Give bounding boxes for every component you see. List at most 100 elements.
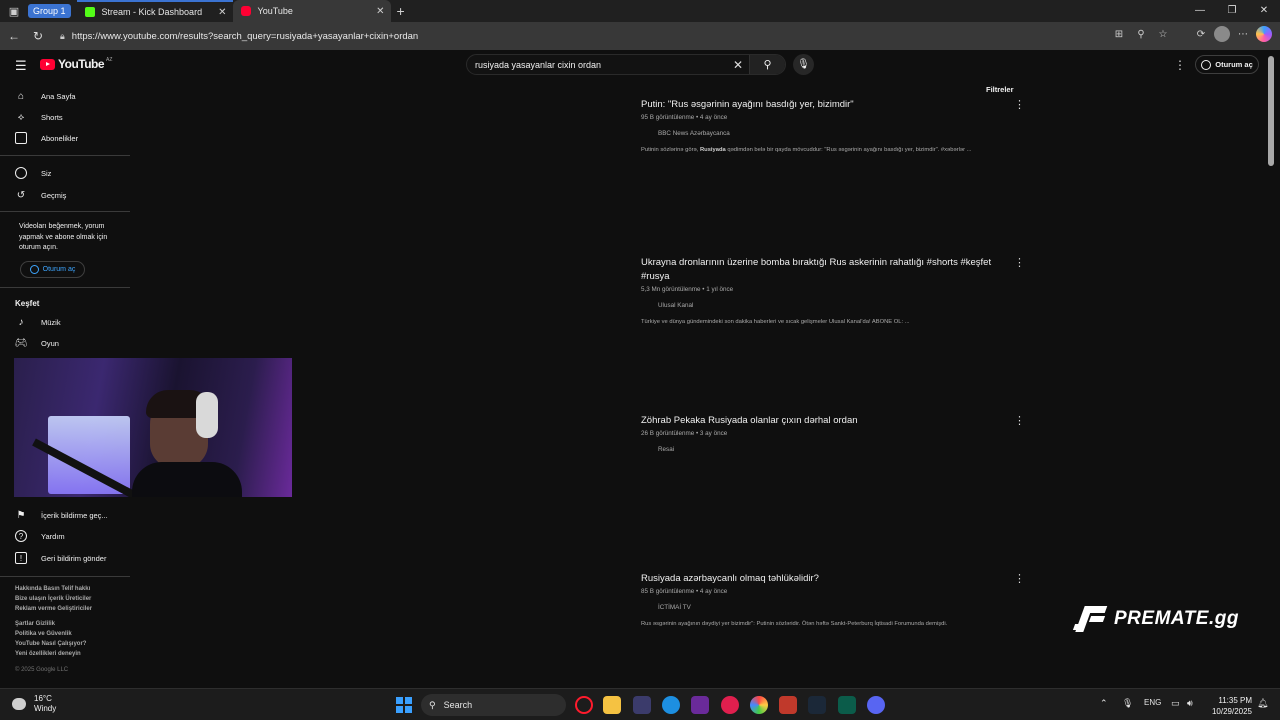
sidebar-item-history[interactable]: ↺ Geçmiş [15, 188, 67, 202]
sidebar-item-shorts[interactable]: ⟡ Shorts [15, 110, 63, 124]
close-tab-icon[interactable]: ✕ [218, 7, 226, 18]
search-icon: ⚲ [763, 59, 772, 71]
browser-menu-icon[interactable]: ⋯ [1234, 29, 1252, 40]
tray-overflow-icon[interactable]: ⌃ [1100, 698, 1108, 709]
sidebar-item-home[interactable]: ⌂ Ana Sayfa [15, 89, 76, 103]
sidebar-item-you[interactable]: Siz [15, 166, 51, 180]
search-box: rusiyada yasayanlar cixin ordan ✕ ⚲ [466, 54, 786, 75]
voice-search-button[interactable]: 🎙︎ [793, 54, 814, 75]
channel-name[interactable]: İCTİMAİ TV [641, 604, 1031, 611]
sidebar-item-report-history[interactable]: ⚑ İçerik bildirme geç... [15, 508, 108, 522]
footer-row[interactable]: Şartlar Gizlilik [15, 620, 127, 630]
video-menu-icon[interactable]: ⋮ [1014, 414, 1025, 427]
video-menu-icon[interactable]: ⋮ [1014, 572, 1025, 585]
search-result[interactable]: Ukrayna dronlarının üzerine bomba bırakt… [641, 256, 1031, 325]
taskbar-clock[interactable]: 11:35 PM 10/29/2025 [1208, 695, 1252, 717]
edge-icon[interactable] [662, 696, 680, 714]
maximize-icon[interactable]: ❐ [1216, 0, 1248, 22]
sidebar-divider [0, 576, 130, 577]
close-window-icon[interactable]: ✕ [1248, 0, 1280, 22]
sidebar-item-feedback[interactable]: ! Geri bildirim gönder [15, 551, 106, 565]
close-tab-icon[interactable]: ✕ [376, 6, 384, 17]
video-menu-icon[interactable]: ⋮ [1014, 256, 1025, 269]
file-explorer-icon[interactable] [603, 696, 621, 714]
settings-more-icon[interactable]: ⋮ [1174, 58, 1186, 72]
opera-icon[interactable] [575, 696, 593, 714]
youtube-favicon-icon [240, 6, 251, 16]
video-title[interactable]: Zöhrab Pekaka Rusiyada olanlar çıxın dər… [641, 414, 1001, 428]
discord-icon[interactable] [867, 696, 885, 714]
video-menu-icon[interactable]: ⋮ [1014, 98, 1025, 111]
channel-name[interactable]: Ulusal Kanal [641, 302, 1031, 309]
steam-icon[interactable] [808, 696, 826, 714]
app-available-icon[interactable]: ⊞ [1110, 29, 1128, 40]
app-icon[interactable] [779, 696, 797, 714]
footer-row[interactable]: YouTube Nasıl Çalışıyor? [15, 640, 127, 650]
tab-kick-dashboard[interactable]: Stream - Kick Dashboard ✕ [76, 0, 233, 22]
filters-button[interactable]: Filtreler [986, 85, 1014, 94]
sidebar-item-subscriptions[interactable]: Abonelikler [15, 131, 78, 145]
clear-search-icon[interactable]: ✕ [727, 58, 749, 72]
microphone-tray-icon[interactable]: 🎙︎ [1122, 698, 1133, 709]
sidebar-item-music[interactable]: ♪ Müzik [15, 315, 61, 329]
footer-row[interactable]: Reklam verme Geliştiriciler [15, 605, 127, 615]
search-input[interactable]: rusiyada yasayanlar cixin ordan [467, 60, 727, 70]
search-button[interactable]: ⚲ [749, 55, 785, 74]
lock-icon[interactable]: 🔒︎ [60, 31, 65, 42]
url-field[interactable]: 🔒︎ https://www.youtube.com/results?searc… [52, 26, 1100, 46]
sidebar-signin-button[interactable]: Oturum aç [20, 261, 85, 278]
tab-group-chip[interactable]: Group 1 [28, 4, 71, 18]
footer-row[interactable]: Politika ve Güvenlik [15, 630, 127, 640]
media-player-icon[interactable] [721, 696, 739, 714]
windows-start-icon[interactable] [396, 697, 412, 713]
youtube-logo[interactable]: YouTube AZ [40, 57, 112, 71]
channel-name[interactable]: Resai [641, 446, 1031, 453]
page-scrollbar[interactable] [1268, 56, 1274, 166]
refresh-icon[interactable]: ↻ [26, 29, 50, 43]
sidebar-item-label: Geri bildirim gönder [41, 553, 107, 563]
profile-avatar-icon[interactable] [1214, 26, 1230, 42]
volume-icon[interactable]: 🔊︎ [1187, 698, 1193, 709]
brand-text: PREMATE.gg [1114, 608, 1239, 629]
tab-actions-icon[interactable]: ▣ [0, 0, 28, 22]
search-result[interactable]: Rusiyada azərbaycanlı olmaq təhlükəlidir… [641, 572, 1031, 627]
app-icon[interactable] [838, 696, 856, 714]
channel-name[interactable]: BBC News Azərbaycanca [641, 130, 1031, 137]
footer-row[interactable]: Yeni özellikleri deneyin [15, 650, 127, 660]
signin-button[interactable]: Oturum aç [1195, 55, 1259, 74]
network-icon[interactable]: ▭ [1171, 698, 1180, 709]
favorite-star-icon[interactable]: ☆ [1154, 29, 1172, 40]
guide-menu-icon[interactable]: ☰ [15, 58, 27, 74]
new-tab-icon[interactable]: + [397, 3, 405, 19]
footer-row[interactable]: Hakkında Basın Telif hakkı [15, 585, 127, 595]
home-icon: ⌂ [17, 90, 25, 102]
flag-icon: ⚑ [16, 509, 26, 521]
search-result[interactable]: Putin: "Rus əsgərinin ayağını basdığı ye… [641, 98, 1031, 153]
video-meta: 26 B görüntülenme • 3 ay önce [641, 430, 728, 437]
back-icon[interactable]: ← [2, 29, 26, 43]
clock-date: 10/29/2025 [1211, 707, 1252, 716]
account-icon [29, 265, 39, 274]
footer-row[interactable]: Bize ulaşın İçerik Üreticiler [15, 595, 127, 605]
tab-youtube[interactable]: YouTube ✕ [232, 0, 391, 22]
browser-tab-bar: ▣ Group 1 Stream - Kick Dashboard ✕ YouT… [0, 0, 1280, 22]
sidebar-item-help[interactable]: ? Yardım [15, 529, 65, 543]
zoom-icon[interactable]: ⚲ [1132, 29, 1150, 40]
video-title[interactable]: Ukrayna dronlarının üzerine bomba bırakt… [641, 256, 1001, 284]
minimize-icon[interactable]: — [1184, 0, 1216, 22]
language-indicator[interactable]: ENG [1144, 698, 1161, 707]
copilot-icon[interactable] [1256, 26, 1272, 42]
chrome-icon[interactable] [750, 696, 768, 714]
video-title[interactable]: Putin: "Rus əsgərinin ayağını basdığı ye… [641, 98, 1001, 112]
video-meta: 5,3 Mn görüntülenme • 1 yıl önce [641, 286, 734, 293]
extensions-icon[interactable]: ⟳ [1192, 29, 1210, 40]
sidebar-item-gaming[interactable]: 🎮︎ Oyun [15, 336, 59, 350]
taskbar-search[interactable]: ⚲ Search [421, 694, 566, 716]
visual-studio-icon[interactable] [691, 696, 709, 714]
search-result[interactable]: Zöhrab Pekaka Rusiyada olanlar çıxın dər… [641, 414, 1031, 453]
notifications-icon[interactable]: 🔔︎ [1257, 698, 1268, 709]
video-title[interactable]: Rusiyada azərbaycanlı olmaq təhlükəlidir… [641, 572, 1001, 586]
weather-widget[interactable]: 16°C Windy [12, 694, 56, 714]
app-icon[interactable] [633, 696, 651, 714]
tab-label: YouTube [257, 6, 293, 16]
